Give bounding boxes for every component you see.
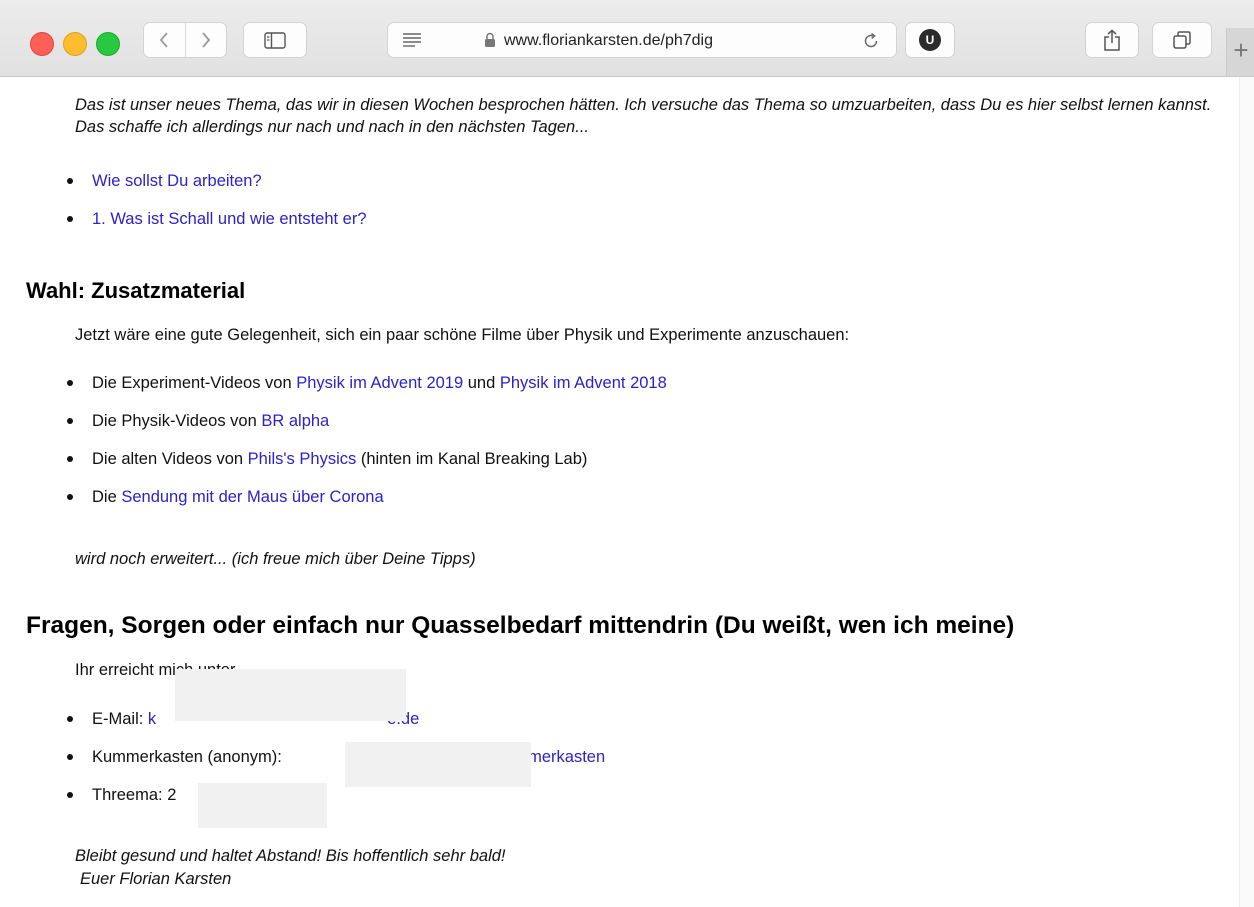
back-button[interactable] — [144, 23, 185, 57]
list-item: Wie sollst Du arbeiten? — [0, 170, 1200, 208]
list-item: Threema: 2 — [0, 784, 1200, 822]
intro-text: Das ist unser neues Thema, das wir in di… — [75, 96, 1212, 136]
threema-label: Threema: — [92, 786, 168, 804]
link-br-alpha[interactable]: BR alpha — [261, 412, 329, 430]
lock-icon — [485, 32, 495, 47]
page-content: Das ist unser neues Thema, das wir in di… — [0, 77, 1240, 907]
section-heading-fragen: Fragen, Sorgen oder einfach nur Quasselb… — [26, 612, 1015, 639]
item-suffix: (hinten im Kanal Breaking Lab) — [356, 450, 588, 468]
close-window-button[interactable] — [30, 32, 54, 56]
chevron-left-icon — [160, 32, 168, 48]
new-tab-button[interactable]: + — [1226, 28, 1254, 76]
link-phils-physics[interactable]: Phils's Physics — [248, 450, 357, 468]
minimize-window-button[interactable] — [63, 32, 87, 56]
reader-mode-icon[interactable] — [402, 32, 422, 48]
list-item: Kummerkasten (anonym): .de/kummerkasten — [0, 746, 1200, 784]
redacted-email-block — [175, 669, 406, 721]
section-heading-zusatzmaterial: Wahl: Zusatzmaterial — [26, 278, 246, 303]
redacted-kummerkasten-block — [345, 742, 531, 787]
link-physik-advent-2019[interactable]: Physik im Advent 2019 — [296, 374, 463, 392]
item-prefix: Die Experiment-Videos von — [92, 374, 297, 392]
list-item: Die alten Videos von Phils's Physics (hi… — [0, 448, 1200, 486]
contact-list: E-Mail: ke.de Kummerkasten (anonym): .de… — [0, 708, 1200, 822]
reload-icon[interactable] — [862, 32, 880, 50]
url-fade — [738, 27, 798, 55]
tab-overview-button[interactable] — [1152, 22, 1212, 58]
topic-link-arbeiten[interactable]: Wie sollst Du arbeiten? — [92, 172, 262, 190]
item-prefix: Die alten Videos von — [92, 450, 248, 468]
ublock-icon: U — [919, 29, 941, 51]
tabs-icon — [1173, 31, 1191, 49]
browser-toolbar: www.floriankarsten.de/ph7dig U + — [0, 0, 1254, 77]
vertical-scrollbar[interactable] — [1239, 77, 1254, 907]
item-prefix: Die — [92, 488, 122, 506]
topic-link-list: Wie sollst Du arbeiten? 1. Was ist Schal… — [0, 170, 1200, 246]
link-sendung-mit-der-maus[interactable]: Sendung mit der Maus über Corona — [121, 488, 383, 506]
email-link-start[interactable]: k — [148, 710, 156, 728]
share-button[interactable] — [1085, 22, 1139, 58]
list-item: Die Physik-Videos von BR alpha — [0, 410, 1200, 448]
chevron-right-icon — [202, 32, 210, 48]
address-bar[interactable]: www.floriankarsten.de/ph7dig — [387, 22, 897, 58]
email-label: E-Mail: — [92, 710, 148, 728]
redacted-threema-block — [198, 783, 327, 828]
list-item: 1. Was ist Schall und wie entsteht er? — [0, 208, 1200, 246]
sidebar-icon — [264, 31, 286, 49]
forward-button[interactable] — [184, 23, 227, 57]
threema-id-start: 2 — [167, 786, 177, 804]
item-middle: und — [463, 374, 500, 392]
item-prefix: Die Physik-Videos von — [92, 412, 262, 430]
ublock-extension-button[interactable]: U — [905, 22, 955, 58]
link-physik-advent-2018[interactable]: Physik im Advent 2018 — [500, 374, 667, 392]
fullscreen-window-button[interactable] — [96, 32, 120, 56]
video-list: Die Experiment-Videos von Physik im Adve… — [0, 372, 1200, 524]
sidebar-toggle-button[interactable] — [243, 22, 307, 58]
list-item: Die Sendung mit der Maus über Corona — [0, 486, 1200, 524]
extension-note: wird noch erweitert... (ich freue mich ü… — [75, 550, 476, 568]
closing-signature: Euer Florian Karsten — [80, 870, 232, 888]
closing-line-1: Bleibt gesund und haltet Abstand! Bis ho… — [75, 847, 506, 865]
kummerkasten-label: Kummerkasten (anonym): — [92, 748, 287, 766]
share-icon — [1104, 29, 1120, 51]
zusatzmaterial-text: Jetzt wäre eine gute Gelegenheit, sich e… — [75, 326, 850, 344]
navigation-buttons — [143, 22, 227, 58]
list-item: Die Experiment-Videos von Physik im Adve… — [0, 372, 1200, 410]
topic-link-schall[interactable]: 1. Was ist Schall und wie entsteht er? — [92, 210, 367, 228]
